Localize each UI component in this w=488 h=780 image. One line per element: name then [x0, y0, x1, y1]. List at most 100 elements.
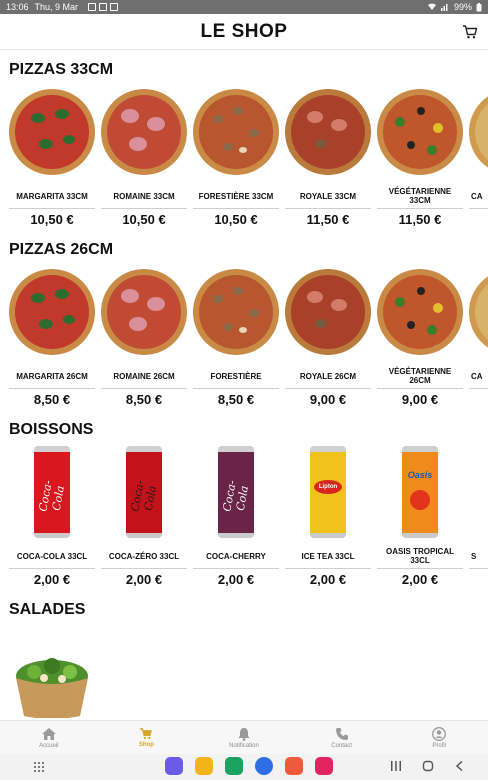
- product-image[interactable]: Coca-Cola: [101, 446, 187, 538]
- home-button-icon[interactable]: [422, 760, 434, 772]
- signal-icon: [440, 4, 448, 11]
- product-image[interactable]: [469, 266, 488, 358]
- product-image[interactable]: [469, 86, 488, 178]
- status-bar: 13:06 Thu, 9 Mar 99%: [0, 0, 488, 14]
- nav-contact[interactable]: Contact: [293, 721, 391, 754]
- pizza-margarita-image: [9, 269, 95, 355]
- product-image[interactable]: [9, 86, 95, 178]
- coca-cherry-can-image: Coca-Cola: [218, 446, 254, 538]
- product-card[interactable]: VÉGÉTARIENNE 26CM 9,00 €: [377, 266, 463, 410]
- divider: [9, 388, 95, 389]
- product-price: [469, 390, 488, 410]
- nav-accueil[interactable]: Accueil: [0, 721, 98, 754]
- product-row[interactable]: MARGARITA 33CM 10,50 € ROMAINE 33CM 10,5…: [9, 86, 488, 230]
- product-card[interactable]: MARGARITA 33CM 10,50 €: [9, 86, 95, 230]
- chat-app-icon[interactable]: [255, 757, 273, 775]
- product-image[interactable]: [193, 86, 279, 178]
- product-image[interactable]: Coca-Cola: [9, 446, 95, 538]
- pizza-margarita-image: [9, 89, 95, 175]
- product-card[interactable]: ROMAINE 26CM 8,50 €: [101, 266, 187, 410]
- product-card[interactable]: [9, 626, 95, 718]
- product-card[interactable]: Oasis OASIS TROPICAL 33CL 2,00 €: [377, 446, 463, 590]
- app-drawer-icon[interactable]: [33, 761, 45, 773]
- oasis-can-image: Oasis: [402, 446, 438, 538]
- pizza-royale-image: [285, 269, 371, 355]
- recents-icon[interactable]: [390, 760, 402, 772]
- nav-profil[interactable]: Profil: [390, 721, 488, 754]
- product-image[interactable]: Coca-Cola: [193, 446, 279, 538]
- product-image[interactable]: [285, 86, 371, 178]
- messages-app-icon[interactable]: [165, 757, 183, 775]
- product-image[interactable]: Lipton: [285, 446, 371, 538]
- product-image[interactable]: [377, 266, 463, 358]
- pizza-vegetarienne-image: [377, 269, 463, 355]
- product-card[interactable]: ROYALE 26CM 9,00 €: [285, 266, 371, 410]
- divider: [9, 208, 95, 209]
- divider: [285, 568, 371, 569]
- divider: [377, 388, 463, 389]
- nav-label: Shop: [138, 742, 154, 748]
- product-card[interactable]: VÉGÉTARIENNE 33CM 11,50 €: [377, 86, 463, 230]
- product-image[interactable]: [101, 266, 187, 358]
- shop-content[interactable]: PIZZAS 33CM MARGARITA 33CM 10,50 € ROMAI…: [0, 50, 488, 720]
- files-app-icon[interactable]: [195, 757, 213, 775]
- divider: [469, 208, 488, 209]
- nav-label: Accueil: [39, 742, 59, 749]
- product-image[interactable]: [9, 266, 95, 358]
- ice-tea-can-image: Lipton: [310, 446, 346, 538]
- product-name: MARGARITA 26CM: [16, 371, 88, 381]
- back-icon[interactable]: [454, 760, 466, 772]
- divider: [9, 568, 95, 569]
- product-card[interactable]: ROMAINE 33CM 10,50 €: [101, 86, 187, 230]
- home-icon: [41, 727, 56, 740]
- product-card[interactable]: CA: [469, 86, 488, 230]
- phone-icon: [335, 727, 348, 740]
- wifi-icon: [427, 3, 436, 10]
- product-card[interactable]: Lipton ICE TEA 33CL 2,00 €: [285, 446, 371, 590]
- camera-app-icon[interactable]: [315, 757, 333, 775]
- system-navigation-bar: [0, 754, 488, 780]
- pizza-forestiere-image: [193, 89, 279, 175]
- product-image[interactable]: [101, 86, 187, 178]
- product-image[interactable]: [469, 446, 488, 538]
- product-name: ROMAINE 26CM: [113, 371, 175, 381]
- product-card[interactable]: Coca-Cola COCA-COLA 33CL 2,00 €: [9, 446, 95, 590]
- product-image[interactable]: [193, 266, 279, 358]
- product-card[interactable]: S: [469, 446, 488, 590]
- product-price: 2,00 €: [33, 572, 71, 587]
- divider: [469, 388, 488, 389]
- nav-shop[interactable]: Shop: [98, 721, 196, 754]
- product-image[interactable]: [377, 86, 463, 178]
- product-name: COCA-COLA 33CL: [16, 551, 88, 561]
- product-name: ROYALE 26CM: [299, 371, 357, 381]
- product-row[interactable]: MARGARITA 26CM 8,50 € ROMAINE 26CM 8,50 …: [9, 266, 488, 410]
- product-card[interactable]: ROYALE 33CM 11,50 €: [285, 86, 371, 230]
- phone-app-icon[interactable]: [225, 757, 243, 775]
- contacts-app-icon[interactable]: [285, 757, 303, 775]
- product-row[interactable]: [9, 626, 488, 718]
- product-price: [469, 210, 488, 230]
- product-name: VÉGÉTARIENNE 33CM: [388, 187, 452, 205]
- product-card[interactable]: Coca-Cola COCA-ZÉRO 33CL 2,00 €: [101, 446, 187, 590]
- product-card[interactable]: CA: [469, 266, 488, 410]
- product-price: 11,50 €: [398, 212, 442, 227]
- product-card[interactable]: FORESTIÈRE 8,50 €: [193, 266, 279, 410]
- pizza-romaine-image: [101, 269, 187, 355]
- product-card[interactable]: FORESTIÈRE 33CM 10,50 €: [193, 86, 279, 230]
- nav-label: Profil: [432, 742, 446, 749]
- nav-notification[interactable]: Notification: [195, 721, 293, 754]
- page-title: LE SHOP: [200, 20, 288, 42]
- product-image[interactable]: [9, 626, 95, 718]
- product-row[interactable]: Coca-Cola COCA-COLA 33CL 2,00 € Coca-Col…: [9, 446, 488, 590]
- pizza-partial-image: [469, 89, 488, 175]
- divider: [285, 208, 371, 209]
- product-card[interactable]: MARGARITA 26CM 8,50 €: [9, 266, 95, 410]
- gallery-notification-icon: [88, 3, 97, 11]
- image-notification-icon: [99, 3, 108, 11]
- cart-icon[interactable]: [462, 24, 478, 40]
- product-card[interactable]: Coca-Cola COCA-CHERRY 2,00 €: [193, 446, 279, 590]
- product-name: ICE TEA 33CL: [301, 551, 355, 561]
- product-image[interactable]: [285, 266, 371, 358]
- divider: [193, 388, 279, 389]
- product-image[interactable]: Oasis: [377, 446, 463, 538]
